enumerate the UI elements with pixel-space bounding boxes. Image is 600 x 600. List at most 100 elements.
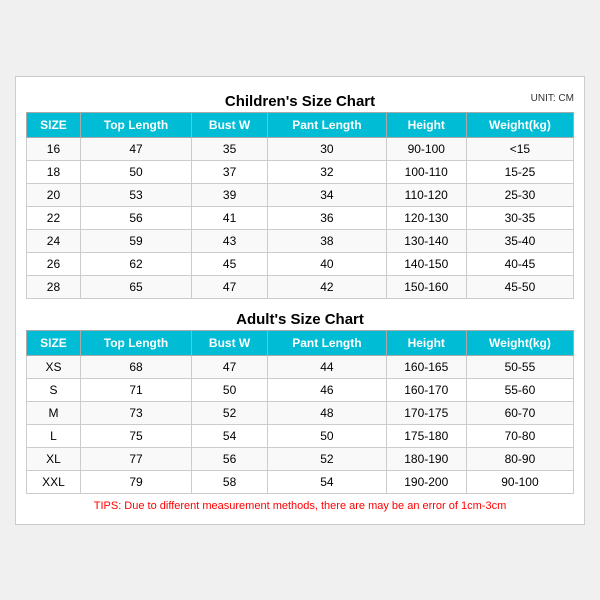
table-cell: 68 xyxy=(80,355,191,378)
chart-container: Children's Size Chart UNIT: CM SIZETop L… xyxy=(15,76,585,525)
table-cell: 71 xyxy=(80,378,191,401)
table-cell: 39 xyxy=(192,183,268,206)
adult-header-row: SIZETop LengthBust WPant LengthHeightWei… xyxy=(27,330,574,355)
adult-table: SIZETop LengthBust WPant LengthHeightWei… xyxy=(26,330,574,494)
table-row: L755450175-18070-80 xyxy=(27,424,574,447)
children-title-text: Children's Size Chart xyxy=(225,93,375,110)
children-section: Children's Size Chart UNIT: CM SIZETop L… xyxy=(26,87,574,299)
table-cell: 50 xyxy=(192,378,268,401)
table-row: XXL795854190-20090-100 xyxy=(27,470,574,493)
table-cell: 46 xyxy=(268,378,386,401)
table-cell: 50-55 xyxy=(466,355,573,378)
table-cell: 30-35 xyxy=(466,206,573,229)
table-cell: 44 xyxy=(268,355,386,378)
table-row: XL775652180-19080-90 xyxy=(27,447,574,470)
table-cell: L xyxy=(27,424,81,447)
table-cell: 80-90 xyxy=(466,447,573,470)
children-table: SIZETop LengthBust WPant LengthHeightWei… xyxy=(26,112,574,299)
table-cell: 73 xyxy=(80,401,191,424)
table-cell: XXL xyxy=(27,470,81,493)
table-cell: 56 xyxy=(80,206,191,229)
table-cell: <15 xyxy=(466,137,573,160)
table-cell: 26 xyxy=(27,252,81,275)
table-cell: 140-150 xyxy=(386,252,466,275)
table-cell: 170-175 xyxy=(386,401,466,424)
adult-title: Adult's Size Chart xyxy=(26,305,574,330)
table-cell: 60-70 xyxy=(466,401,573,424)
adult-col-header: Top Length xyxy=(80,330,191,355)
table-cell: 56 xyxy=(192,447,268,470)
table-cell: 20 xyxy=(27,183,81,206)
children-col-header: Bust W xyxy=(192,112,268,137)
table-cell: 47 xyxy=(80,137,191,160)
table-row: M735248170-17560-70 xyxy=(27,401,574,424)
children-col-header: Height xyxy=(386,112,466,137)
table-cell: 190-200 xyxy=(386,470,466,493)
table-cell: 36 xyxy=(268,206,386,229)
table-cell: 25-30 xyxy=(466,183,573,206)
table-cell: 48 xyxy=(268,401,386,424)
table-cell: 32 xyxy=(268,160,386,183)
table-row: 24594338130-14035-40 xyxy=(27,229,574,252)
adult-section: Adult's Size Chart SIZETop LengthBust WP… xyxy=(26,305,574,494)
table-cell: 34 xyxy=(268,183,386,206)
children-col-header: SIZE xyxy=(27,112,81,137)
table-cell: 100-110 xyxy=(386,160,466,183)
table-cell: 160-170 xyxy=(386,378,466,401)
children-title: Children's Size Chart UNIT: CM xyxy=(26,87,574,112)
children-header-row: SIZETop LengthBust WPant LengthHeightWei… xyxy=(27,112,574,137)
table-row: 22564136120-13030-35 xyxy=(27,206,574,229)
table-row: XS684744160-16550-55 xyxy=(27,355,574,378)
table-cell: XL xyxy=(27,447,81,470)
table-cell: 52 xyxy=(192,401,268,424)
table-row: 1647353090-100<15 xyxy=(27,137,574,160)
table-cell: 90-100 xyxy=(466,470,573,493)
table-cell: 130-140 xyxy=(386,229,466,252)
table-row: 28654742150-16045-50 xyxy=(27,275,574,298)
table-cell: 150-160 xyxy=(386,275,466,298)
table-cell: 90-100 xyxy=(386,137,466,160)
table-cell: 38 xyxy=(268,229,386,252)
adult-col-header: Height xyxy=(386,330,466,355)
table-cell: 28 xyxy=(27,275,81,298)
table-cell: 40-45 xyxy=(466,252,573,275)
table-row: 20533934110-12025-30 xyxy=(27,183,574,206)
table-cell: 47 xyxy=(192,355,268,378)
table-cell: 79 xyxy=(80,470,191,493)
table-cell: 45-50 xyxy=(466,275,573,298)
children-col-header: Top Length xyxy=(80,112,191,137)
table-cell: 62 xyxy=(80,252,191,275)
adult-col-header: SIZE xyxy=(27,330,81,355)
table-cell: 55-60 xyxy=(466,378,573,401)
table-cell: S xyxy=(27,378,81,401)
table-cell: 16 xyxy=(27,137,81,160)
table-cell: 50 xyxy=(80,160,191,183)
table-cell: 77 xyxy=(80,447,191,470)
table-row: S715046160-17055-60 xyxy=(27,378,574,401)
table-cell: XS xyxy=(27,355,81,378)
children-col-header: Pant Length xyxy=(268,112,386,137)
adult-col-header: Bust W xyxy=(192,330,268,355)
adult-col-header: Pant Length xyxy=(268,330,386,355)
table-cell: 75 xyxy=(80,424,191,447)
table-cell: 15-25 xyxy=(466,160,573,183)
table-cell: 53 xyxy=(80,183,191,206)
table-cell: 120-130 xyxy=(386,206,466,229)
table-cell: 22 xyxy=(27,206,81,229)
table-cell: 35 xyxy=(192,137,268,160)
table-cell: 52 xyxy=(268,447,386,470)
table-cell: 180-190 xyxy=(386,447,466,470)
table-cell: 58 xyxy=(192,470,268,493)
table-cell: 40 xyxy=(268,252,386,275)
table-cell: 50 xyxy=(268,424,386,447)
table-cell: 45 xyxy=(192,252,268,275)
table-row: 18503732100-11015-25 xyxy=(27,160,574,183)
table-cell: 70-80 xyxy=(466,424,573,447)
table-cell: 24 xyxy=(27,229,81,252)
table-cell: 59 xyxy=(80,229,191,252)
table-cell: 30 xyxy=(268,137,386,160)
table-cell: 65 xyxy=(80,275,191,298)
tips-text: TIPS: Due to different measurement metho… xyxy=(26,494,574,514)
table-cell: 110-120 xyxy=(386,183,466,206)
table-cell: 43 xyxy=(192,229,268,252)
